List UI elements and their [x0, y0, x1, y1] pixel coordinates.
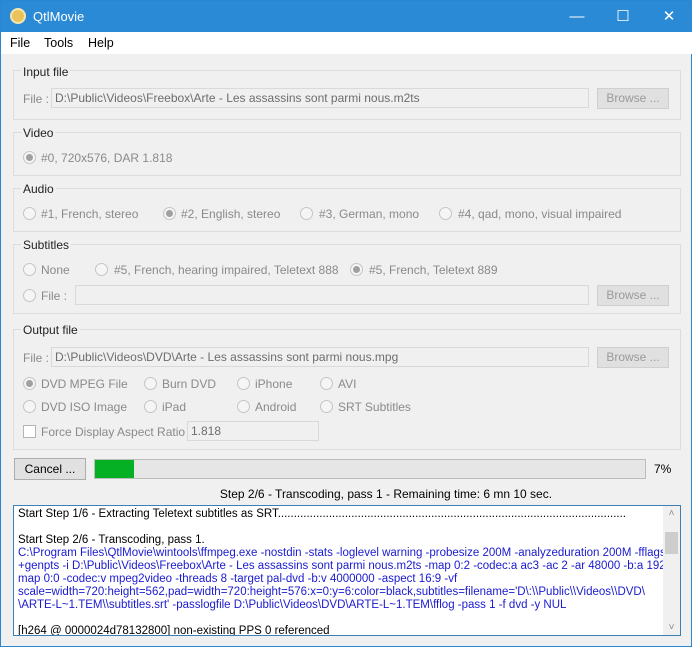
force-dar-checkbox[interactable]	[23, 425, 36, 438]
video-group-title: Video	[21, 126, 56, 140]
format-label: Android	[255, 400, 297, 414]
log-line: Start Step 2/6 - Transcoding, pass 1.	[18, 534, 205, 546]
log-line: C:\Program Files\QtlMovie\wintools\ffmpe…	[18, 547, 666, 559]
output-file-label: File :	[23, 351, 50, 365]
progress-bar	[94, 459, 646, 479]
menu-file[interactable]: File	[10, 36, 30, 50]
force-dar-field[interactable]: 1.818	[187, 421, 319, 441]
audio-option-label: #4, qad, mono, visual impaired	[458, 207, 622, 221]
app-icon	[10, 8, 26, 24]
subtitles-option-label: #5, French, Teletext 889	[369, 263, 498, 277]
format-radio-dvd-mpeg[interactable]	[23, 377, 36, 390]
format-radio-ipad[interactable]	[144, 400, 157, 413]
progress-status: Step 2/6 - Transcoding, pass 1 - Remaini…	[219, 487, 553, 501]
subtitles-radio-889[interactable]	[350, 263, 363, 276]
audio-group-title: Audio	[21, 182, 56, 196]
force-dar-label: Force Display Aspect Ratio :	[41, 425, 192, 439]
window-title: QtlMovie	[33, 9, 85, 24]
log-line: \ARTE-L~1.TEM\\subtitles.srt' -passlogfi…	[18, 599, 567, 611]
subtitles-file-field[interactable]	[75, 285, 589, 305]
log-output[interactable]: Start Step 1/6 - Extracting Teletext sub…	[13, 505, 681, 636]
progress-percent: 7%	[654, 462, 672, 476]
output-group-title: Output file	[21, 323, 80, 337]
subtitles-group-title: Subtitles	[21, 238, 72, 252]
menu-tools[interactable]: Tools	[44, 36, 73, 50]
audio-radio-3[interactable]	[300, 207, 313, 220]
close-button[interactable]: ✕	[646, 1, 692, 32]
format-label: DVD MPEG File	[41, 377, 128, 391]
subtitles-browse-button[interactable]: Browse ...	[597, 285, 669, 306]
video-radio-0[interactable]	[23, 151, 36, 164]
output-file-field[interactable]: D:\Public\Videos\DVD\Arte - Les assassin…	[51, 347, 589, 367]
audio-option-label: #2, English, stereo	[181, 207, 281, 221]
format-radio-srt[interactable]	[320, 400, 333, 413]
video-option-label: #0, 720x576, DAR 1.818	[41, 151, 173, 165]
format-label: iPad	[162, 400, 187, 414]
format-radio-android[interactable]	[237, 400, 250, 413]
subtitles-option-label: None	[41, 263, 70, 277]
subtitles-radio-888[interactable]	[95, 263, 108, 276]
format-label: DVD ISO Image	[41, 400, 128, 414]
subtitles-file-label: File :	[41, 289, 68, 303]
log-line: scale=width=720:height=562,pad=width=720…	[18, 586, 645, 598]
subtitles-option-label: #5, French, hearing impaired, Teletext 8…	[114, 263, 339, 277]
log-line: +genpts -i D:\Public\Videos\Freebox\Arte…	[18, 560, 681, 572]
progress-fill	[95, 460, 134, 478]
format-label: Burn DVD	[162, 377, 217, 391]
log-line: map 0:0 -codec:v mpeg2video -threads 8 -…	[18, 573, 458, 585]
format-label: iPhone	[255, 377, 293, 391]
audio-radio-1[interactable]	[23, 207, 36, 220]
subtitles-radio-none[interactable]	[23, 263, 36, 276]
log-line: [h264 @ 0000024d78132800] non-existing P…	[18, 625, 330, 636]
scroll-down-icon[interactable]: ˅	[663, 622, 680, 633]
maximize-button[interactable]: ☐	[600, 1, 646, 32]
format-radio-avi[interactable]	[320, 377, 333, 390]
cancel-button[interactable]: Cancel ...	[14, 458, 86, 480]
format-radio-burn-dvd[interactable]	[144, 377, 157, 390]
format-label: SRT Subtitles	[338, 400, 411, 414]
audio-option-label: #1, French, stereo	[41, 207, 139, 221]
title-bar: QtlMovie — ☐ ✕	[1, 1, 692, 32]
log-line: Start Step 1/6 - Extracting Teletext sub…	[18, 508, 626, 520]
audio-radio-2[interactable]	[163, 207, 176, 220]
scroll-thumb[interactable]	[665, 532, 678, 554]
audio-radio-4[interactable]	[439, 207, 452, 220]
log-scrollbar[interactable]: ˄ ˅	[663, 506, 680, 635]
scroll-up-icon[interactable]: ˄	[663, 508, 680, 519]
output-browse-button[interactable]: Browse ...	[597, 347, 669, 368]
audio-option-label: #3, German, mono	[319, 207, 420, 221]
subtitles-radio-file[interactable]	[23, 289, 36, 302]
input-browse-button[interactable]: Browse ...	[597, 88, 669, 109]
format-label: AVI	[338, 377, 357, 391]
menu-help[interactable]: Help	[88, 36, 114, 50]
minimize-button[interactable]: —	[554, 1, 600, 32]
format-radio-dvd-iso[interactable]	[23, 400, 36, 413]
input-file-field[interactable]: D:\Public\Videos\Freebox\Arte - Les assa…	[51, 88, 589, 108]
format-radio-iphone[interactable]	[237, 377, 250, 390]
input-file-label: File :	[23, 92, 50, 106]
input-group-title: Input file	[21, 65, 71, 79]
